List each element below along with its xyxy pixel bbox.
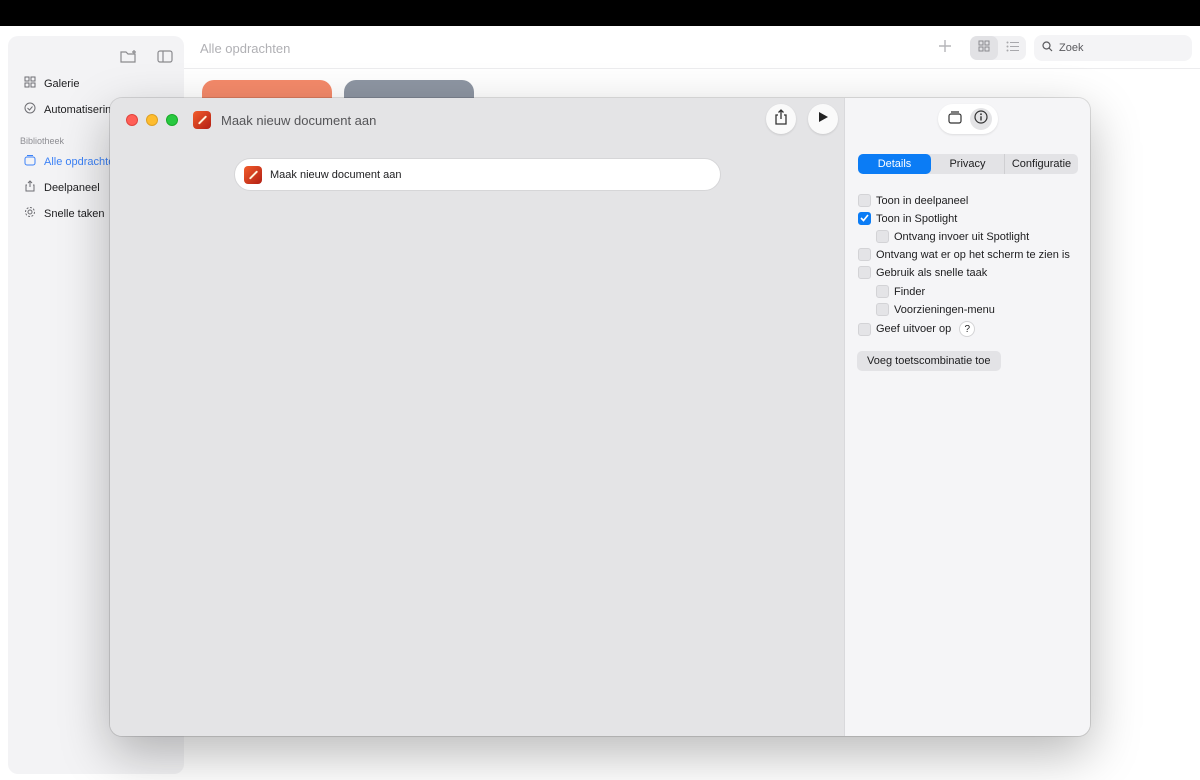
inspector-tabs: Details Privacy Configuratie [858,154,1078,174]
window-controls [126,114,178,126]
checkbox[interactable] [876,285,889,298]
search-icon [1042,41,1053,55]
option-label: Finder [894,285,926,298]
add-keyboard-shortcut-button[interactable]: Voeg toetscombinatie toe [857,351,1001,371]
option-label: Voorzieningen-menu [894,303,995,316]
sidebar-item-label: Automatisering [44,103,118,116]
editor-canvas: Maak nieuw document aan Maak nieuw docum… [110,98,844,736]
pages-app-icon [193,111,211,129]
help-button[interactable]: ? [959,321,976,337]
zoom-button[interactable] [166,114,178,126]
option-label: Ontvang wat er op het scherm te zien is [876,248,1070,261]
tab-configuratie[interactable]: Configuratie [1005,154,1078,174]
grid-icon [24,76,36,91]
tab-details[interactable]: Details [858,154,931,174]
share-button[interactable] [766,104,796,134]
sidebar-item-label: Deelpaneel [44,181,100,194]
section-label: Bibliotheek [20,136,65,146]
checkbox[interactable] [858,212,871,225]
checkbox[interactable] [858,194,871,207]
list-view-button[interactable] [998,36,1026,60]
page-title: Alle opdrachten [200,41,291,56]
checkbox[interactable] [876,230,889,243]
option-ontvang-scherm[interactable]: Ontvang wat er op het scherm te zien is [858,248,1070,261]
checkbox[interactable] [858,266,871,279]
option-toon-in-spotlight[interactable]: Toon in Spotlight [858,212,957,225]
option-label: Toon in deelpaneel [876,194,969,207]
grid-view-button[interactable] [970,36,998,60]
sidebar-item-label: Galerie [44,77,80,90]
add-shortcut-button[interactable] [933,36,957,60]
action-block[interactable]: Maak nieuw document aan [234,158,721,191]
checkbox[interactable] [876,303,889,316]
plus-icon [938,39,952,58]
search-placeholder: Zoek [1059,42,1084,54]
play-icon [817,110,829,128]
option-toon-in-deelpaneel[interactable]: Toon in deelpaneel [858,194,968,207]
info-tab-button[interactable] [970,108,992,130]
shortcut-editor-window: Maak nieuw document aan Maak nieuw docum… [110,98,1090,736]
sidebar-item-label: Alle opdrachten [44,155,121,168]
inspector-panel: Details Privacy Configuratie Toon in dee… [844,98,1090,736]
minimize-button[interactable] [146,114,158,126]
close-button[interactable] [126,114,138,126]
run-button[interactable] [808,104,838,134]
main-toolbar: Alle opdrachten Zoek [184,26,1200,69]
clock-check-icon [24,102,36,117]
option-label: Toon in Spotlight [876,212,958,225]
tab-privacy[interactable]: Privacy [931,154,1005,174]
checkbox[interactable] [858,322,871,336]
gear-icon [24,206,36,221]
share-icon [774,108,788,130]
stack-icon [948,110,962,129]
inspector-toggle [938,104,998,134]
new-folder-icon[interactable] [120,48,138,64]
option-gebruik-als-snelle-taak[interactable]: Gebruik als snelle taak [858,266,987,279]
list-icon [1006,39,1019,57]
action-label: Maak nieuw document aan [270,168,402,181]
menu-bar-strip [0,0,1200,26]
share-icon [24,180,36,195]
option-label: Geef uitvoer op [876,323,952,335]
pages-app-icon [244,165,262,184]
view-toggle [970,36,1026,60]
info-icon [974,109,988,129]
sidebar-toggle-icon[interactable] [156,48,174,64]
stack-icon [24,154,36,169]
option-voorzieningen-menu[interactable]: Voorzieningen-menu [876,303,995,316]
library-tab-button[interactable] [944,108,966,130]
option-finder[interactable]: Finder [876,285,925,298]
sidebar-item-galerie[interactable]: Galerie [24,76,184,91]
option-label: Ontvang invoer uit Spotlight [894,230,1030,243]
window-title[interactable]: Maak nieuw document aan [221,113,376,128]
option-label: Gebruik als snelle taak [876,266,988,279]
search-input[interactable]: Zoek [1034,35,1192,61]
sidebar-item-label: Snelle taken [44,207,105,220]
checkmark-icon [860,213,869,225]
grid-icon [978,39,990,57]
option-geef-uitvoer-op[interactable]: Geef uitvoer op ? [858,321,976,337]
option-ontvang-invoer-uit-spotlight[interactable]: Ontvang invoer uit Spotlight [876,230,1029,243]
checkbox[interactable] [858,248,871,261]
